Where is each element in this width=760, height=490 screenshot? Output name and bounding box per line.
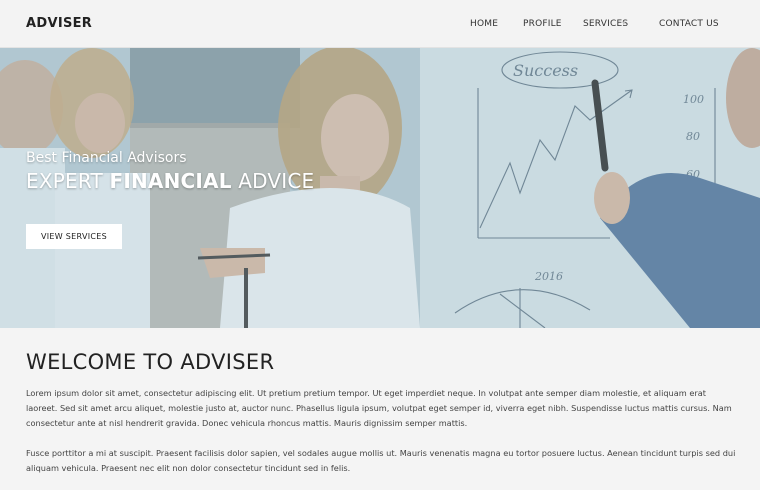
welcome-paragraph-2: Fusce porttitor a mi at suscipit. Praese… [26,448,736,473]
hero-banner: Success 100 80 60 40 20 2016 [0,48,760,328]
welcome-paragraph-1: Lorem ipsum dolor sit amet, consectetur … [26,388,732,428]
view-services-button[interactable]: VIEW SERVICES [26,224,122,249]
hero-title-bold: FINANCIAL [109,169,232,193]
nav-profile-link[interactable]: PROFILE [523,19,562,29]
nav-contact-link[interactable]: CONTACT US [659,19,719,29]
hero-title: EXPERT FINANCIAL ADVICE [26,169,314,193]
welcome-heading: WELCOME TO ADVISER [26,350,275,374]
chevron-down-icon[interactable]: ▾ [622,19,626,27]
hero-subtitle: Best Financial Advisors [26,150,187,166]
hero-title-post: ADVICE [231,169,315,193]
hero-title-pre: EXPERT [26,169,110,193]
site-logo[interactable]: ADVISER [26,16,92,31]
top-navbar: ADVISER HOME PROFILE SERVICES ▾ CONTACT … [0,0,760,48]
nav-home-link[interactable]: HOME [470,19,498,29]
